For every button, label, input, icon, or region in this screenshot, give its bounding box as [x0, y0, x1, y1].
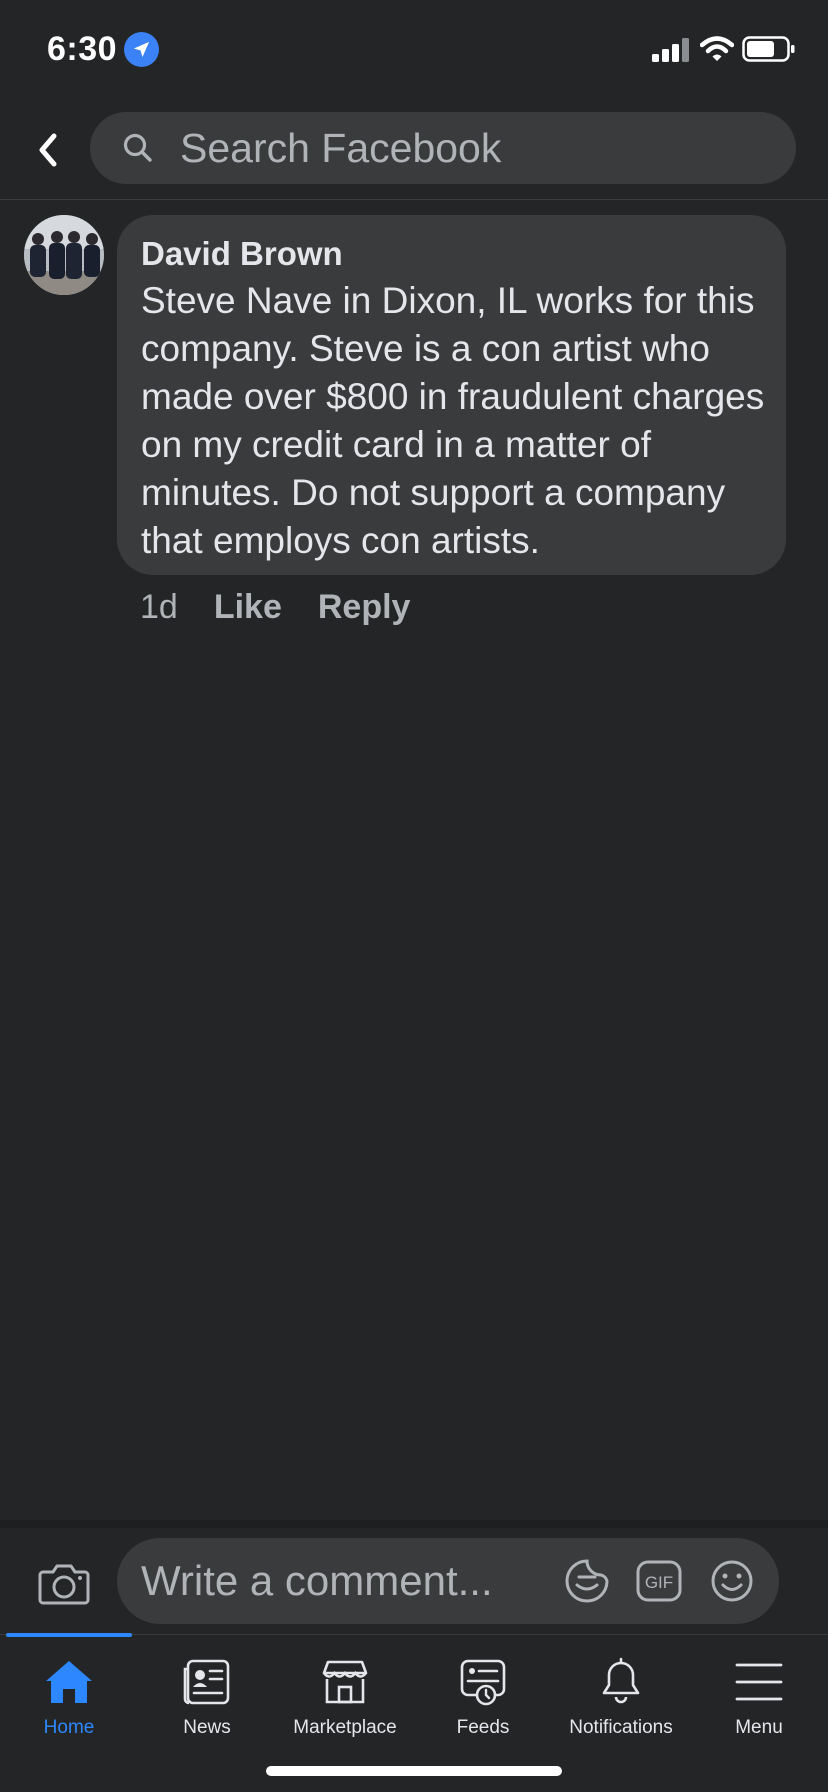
news-icon — [183, 1659, 230, 1705]
tab-marketplace-label: Marketplace — [293, 1717, 397, 1738]
gif-icon[interactable]: GIF — [635, 1557, 683, 1605]
search-header — [0, 100, 828, 200]
comment-composer[interactable]: GIF — [117, 1538, 779, 1624]
bell-icon — [602, 1657, 640, 1704]
battery-icon — [742, 36, 795, 62]
menu-icon — [735, 1663, 783, 1701]
tab-menu-label: Menu — [735, 1717, 783, 1738]
tab-home[interactable]: Home — [0, 1635, 138, 1753]
search-icon — [123, 133, 152, 162]
location-arrow-icon — [124, 32, 159, 67]
composer-divider — [0, 1520, 828, 1528]
tab-menu[interactable]: Menu — [690, 1635, 828, 1753]
tab-marketplace[interactable]: Marketplace — [276, 1635, 414, 1753]
emoji-icon[interactable] — [709, 1557, 755, 1605]
svg-text:GIF: GIF — [645, 1573, 673, 1592]
sticker-icon[interactable] — [563, 1557, 611, 1605]
tab-feeds-label: Feeds — [456, 1717, 510, 1738]
marketplace-icon — [322, 1660, 368, 1704]
comment-meta: 1d Like Reply — [140, 585, 446, 629]
search-input[interactable] — [180, 122, 740, 174]
status-time: 6:30 — [47, 30, 118, 68]
avatar[interactable] — [24, 215, 104, 295]
wifi-icon — [700, 36, 734, 61]
tab-notifications[interactable]: Notifications — [552, 1635, 690, 1753]
like-button[interactable]: Like — [214, 588, 282, 627]
home-icon — [46, 1661, 92, 1703]
tab-news-label: News — [183, 1717, 231, 1738]
tab-feeds[interactable]: Feeds — [414, 1635, 552, 1753]
home-indicator[interactable] — [266, 1766, 562, 1776]
status-bar: 6:30 — [0, 0, 828, 100]
reply-button[interactable]: Reply — [318, 588, 411, 627]
comment-time: 1d — [140, 587, 178, 626]
feeds-icon — [460, 1659, 506, 1706]
comment-bubble[interactable]: David Brown Steve Nave in Dixon, IL work… — [117, 215, 786, 575]
comment-author[interactable]: David Brown — [141, 235, 343, 273]
tab-news[interactable]: News — [138, 1635, 276, 1753]
tab-notifications-label: Notifications — [569, 1717, 673, 1738]
comment-text: Steve Nave in Dixon, IL works for this c… — [141, 280, 765, 561]
back-arrow-icon[interactable] — [30, 128, 64, 172]
comment-input[interactable] — [141, 1555, 561, 1607]
avatar-photo — [24, 215, 104, 295]
screen: 6:30 Search Facebook David Brown Steve N… — [0, 0, 828, 1792]
camera-icon[interactable] — [38, 1560, 90, 1606]
tab-home-label: Home — [43, 1717, 95, 1738]
search-bar[interactable] — [90, 112, 796, 184]
signal-icon — [652, 38, 689, 62]
